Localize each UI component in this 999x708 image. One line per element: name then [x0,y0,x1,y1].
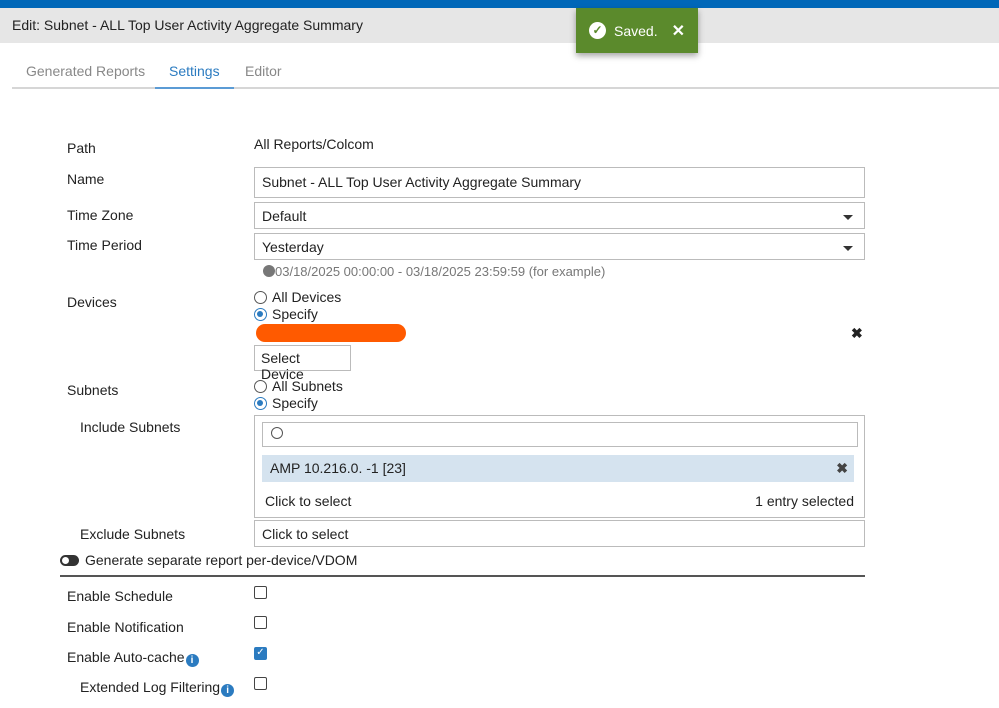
radio-icon [254,380,267,393]
autocache-checkbox[interactable]: ✓ [254,647,267,660]
radio-checked-icon [254,397,267,410]
tab-editor[interactable]: Editor [245,63,282,79]
saved-toast: ✓ Saved. ✕ [576,8,698,53]
divider [60,575,865,577]
exclude-subnets-input[interactable]: Click to select [254,520,865,547]
remove-subnet-icon[interactable]: ✖ [836,460,848,477]
clock-icon [263,265,275,277]
extended-log-checkbox[interactable] [254,677,267,690]
entries-selected: 1 entry selected [755,493,854,509]
exclude-subnets-label: Exclude Subnets [80,526,186,542]
radio-specify-devices[interactable]: Specify [254,306,318,322]
notification-label: Enable Notification [67,619,184,635]
period-example: 03/18/2025 00:00:00 - 03/18/2025 23:59:5… [263,264,605,279]
redacted-device [256,324,406,342]
notification-checkbox[interactable] [254,616,267,629]
autocache-label: Enable Auto-cache i [67,649,199,667]
name-input[interactable]: Subnet - ALL Top User Activity Aggregate… [254,167,865,198]
radio-specify-subnets[interactable]: Specify [254,395,318,411]
path-label: Path [67,140,96,156]
timezone-select[interactable]: Default [254,202,865,229]
close-icon[interactable]: ✕ [672,21,685,41]
click-to-select[interactable]: Click to select [265,493,351,509]
radio-all-subnets[interactable]: All Subnets [254,378,343,394]
extended-log-label: Extended Log Filtering i [80,679,235,697]
include-subnets-label: Include Subnets [80,419,181,435]
name-label: Name [67,171,105,187]
timezone-label: Time Zone [67,207,134,223]
include-subnets-box: AMP 10.216.0. -1 [23] ✖ Click to select … [254,415,865,518]
schedule-label: Enable Schedule [67,588,173,604]
tab-settings[interactable]: Settings [155,63,234,89]
check-circle-icon: ✓ [589,22,606,39]
devices-label: Devices [67,294,117,310]
radio-icon [254,291,267,304]
schedule-checkbox[interactable] [254,586,267,599]
radio-checked-icon [254,308,267,321]
time-period-label: Time Period [67,237,142,253]
subnets-label: Subnets [67,382,119,398]
window-title: Edit: Subnet - ALL Top User Activity Agg… [0,8,999,43]
path-value: All Reports/Colcom [254,136,374,152]
tab-generated-reports[interactable]: Generated Reports [26,63,145,79]
subnet-search-input[interactable] [262,422,858,447]
select-device-button[interactable]: Select Device [254,345,351,382]
top-bar [0,0,999,8]
search-icon [271,427,283,439]
tab-bar: Generated Reports Settings Editor [12,52,999,89]
per-device-toggle[interactable]: Generate separate report per-device/VDOM [60,552,357,568]
toggle-icon [60,555,79,566]
info-icon[interactable]: i [221,684,235,697]
radio-all-devices[interactable]: All Devices [254,289,341,305]
selected-subnet-item[interactable]: AMP 10.216.0. -1 [23] ✖ [262,455,854,482]
remove-device-icon[interactable]: ✖ [851,325,863,342]
time-period-select[interactable]: Yesterday [254,233,865,260]
info-icon[interactable]: i [185,654,199,667]
toast-text: Saved. [614,22,658,39]
